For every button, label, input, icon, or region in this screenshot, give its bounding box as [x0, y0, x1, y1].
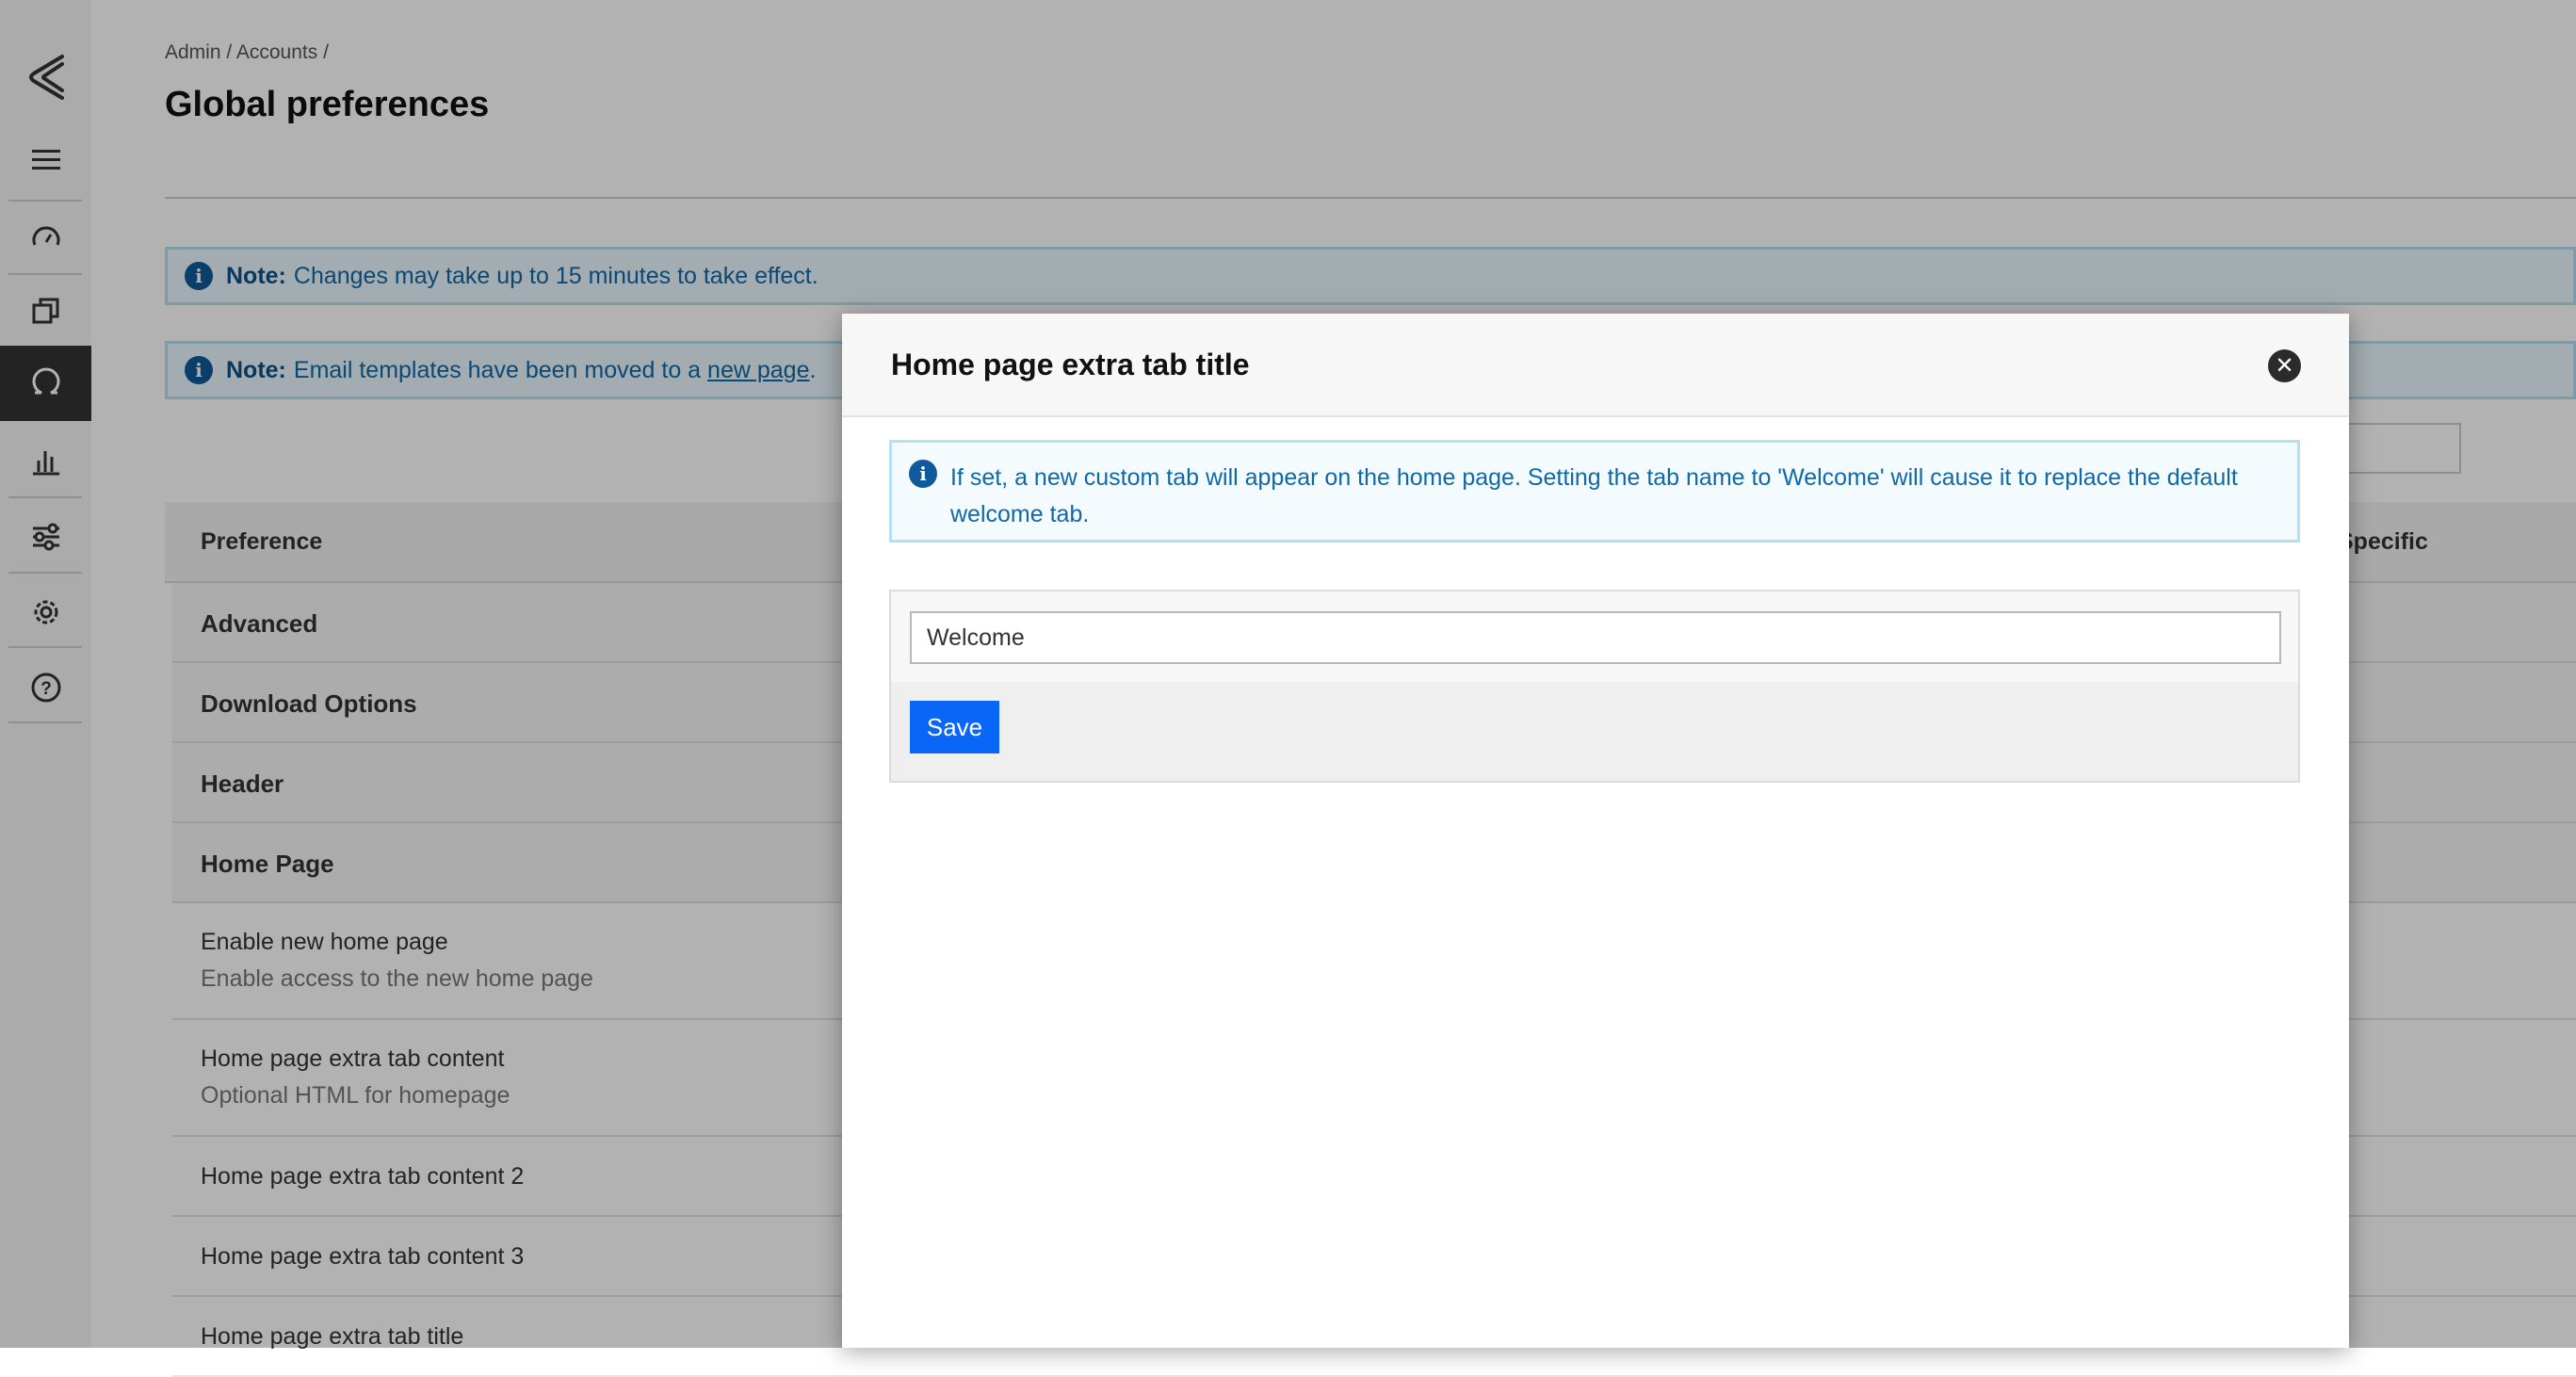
- dialog-title: Home page extra tab title: [891, 348, 1250, 381]
- info-icon: i: [909, 460, 937, 488]
- dialog-info-text: If set, a new custom tab will appear on …: [950, 464, 2238, 527]
- tab-title-input[interactable]: [910, 611, 2281, 664]
- form-panel: Save: [889, 590, 2300, 783]
- close-icon[interactable]: ✕: [2268, 349, 2301, 382]
- edit-preference-dialog: Home page extra tab title ✕ i If set, a …: [842, 314, 2349, 1348]
- dialog-info-banner: i If set, a new custom tab will appear o…: [889, 440, 2300, 543]
- dialog-header: Home page extra tab title ✕: [842, 314, 2349, 417]
- save-button[interactable]: Save: [910, 701, 999, 753]
